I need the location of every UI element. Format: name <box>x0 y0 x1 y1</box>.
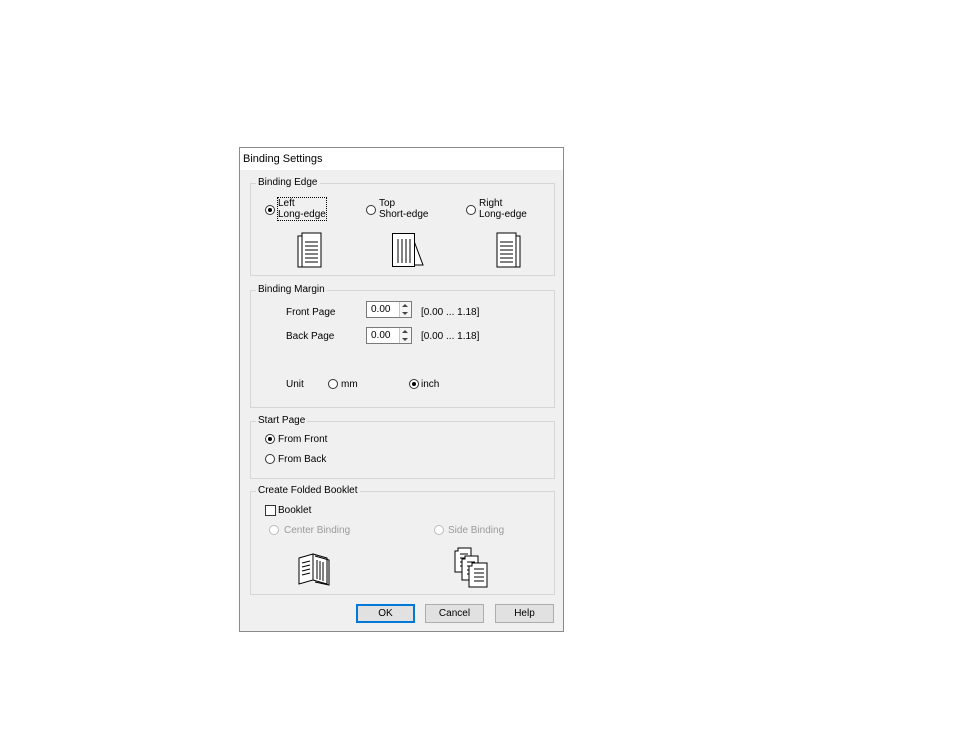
front-page-label: Front Page <box>286 307 336 318</box>
front-page-value[interactable]: 0.00 <box>371 304 390 315</box>
binding-edge-legend: Binding Edge <box>256 177 320 188</box>
help-button[interactable]: Help <box>495 604 554 623</box>
radio-from-front[interactable]: From Front <box>265 433 345 446</box>
back-page-spinner[interactable]: 0.00 <box>366 327 412 344</box>
binding-margin-group: Binding Margin Front Page 0.00 [0.00 ...… <box>250 284 555 408</box>
from-front-label: From Front <box>278 434 328 445</box>
radio-center-binding[interactable]: Center Binding <box>269 524 354 537</box>
radio-left-label: Left Long-edge <box>277 197 327 221</box>
radio-top-short-edge[interactable]: Top Short-edge <box>366 198 436 222</box>
radio-button[interactable] <box>466 205 476 215</box>
folded-booklet-group: Create Folded Booklet Booklet Center Bin… <box>250 485 555 595</box>
booklet-label: Booklet <box>278 505 312 516</box>
title-bar: Binding Settings <box>240 148 563 170</box>
binding-margin-legend: Binding Margin <box>256 284 327 295</box>
side-binding-icon <box>454 547 488 588</box>
spin-up-icon[interactable] <box>402 304 408 307</box>
right-long-edge-icon <box>496 232 521 268</box>
cancel-button[interactable]: Cancel <box>425 604 484 623</box>
top-short-edge-icon <box>392 233 424 267</box>
center-binding-icon <box>298 553 330 586</box>
spin-down-icon[interactable] <box>402 312 408 315</box>
radio-button[interactable] <box>265 434 275 444</box>
radio-button[interactable] <box>265 205 275 215</box>
back-page-value[interactable]: 0.00 <box>371 330 390 341</box>
radio-side-binding[interactable]: Side Binding <box>434 524 509 537</box>
radio-unit-mm[interactable]: mm <box>328 378 368 390</box>
radio-button[interactable] <box>269 525 279 535</box>
binding-edge-group: Binding Edge Left Long-edge Top Short-ed… <box>250 177 555 276</box>
radio-right-long-edge[interactable]: Right Long-edge <box>466 198 536 222</box>
radio-top-label: Top Short-edge <box>379 198 429 220</box>
radio-from-back[interactable]: From Back <box>265 453 345 466</box>
front-page-range: [0.00 ... 1.18] <box>421 307 480 318</box>
back-page-label: Back Page <box>286 331 335 342</box>
radio-button[interactable] <box>328 379 338 389</box>
center-binding-label: Center Binding <box>284 525 351 536</box>
unit-inch-label: inch <box>421 379 440 390</box>
spinner-arrows[interactable] <box>399 302 411 317</box>
spin-up-icon[interactable] <box>402 330 408 333</box>
radio-button[interactable] <box>434 525 444 535</box>
checkbox-box[interactable] <box>265 505 276 516</box>
unit-label: Unit <box>286 379 304 390</box>
radio-button[interactable] <box>265 454 275 464</box>
spin-down-icon[interactable] <box>402 338 408 341</box>
radio-button[interactable] <box>409 379 419 389</box>
side-binding-label: Side Binding <box>448 525 505 536</box>
radio-right-label: Right Long-edge <box>479 198 527 220</box>
left-long-edge-icon <box>297 232 322 268</box>
dialog-title: Binding Settings <box>243 153 323 165</box>
spinner-arrows[interactable] <box>399 328 411 343</box>
binding-settings-dialog: Binding Settings Binding Edge Left Long-… <box>239 147 564 632</box>
back-page-range: [0.00 ... 1.18] <box>421 331 480 342</box>
start-page-group: Start Page From Front From Back <box>250 415 555 479</box>
radio-left-long-edge[interactable]: Left Long-edge <box>265 197 327 222</box>
folded-booklet-legend: Create Folded Booklet <box>256 485 360 496</box>
from-back-label: From Back <box>278 454 327 465</box>
start-page-legend: Start Page <box>256 415 308 426</box>
radio-unit-inch[interactable]: inch <box>409 378 449 390</box>
ok-button[interactable]: OK <box>356 604 415 623</box>
unit-mm-label: mm <box>341 379 358 390</box>
radio-button[interactable] <box>366 205 376 215</box>
booklet-checkbox[interactable]: Booklet <box>265 504 325 517</box>
front-page-spinner[interactable]: 0.00 <box>366 301 412 318</box>
